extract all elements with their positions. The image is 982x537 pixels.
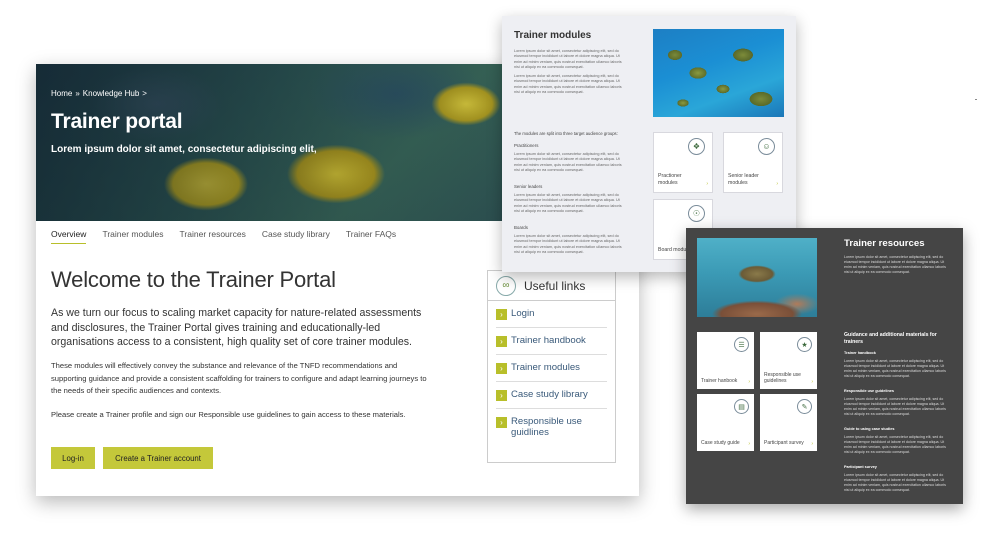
edit-icon: ✎ — [797, 399, 812, 414]
chevron-right-icon: › — [706, 181, 708, 187]
sea-turtle-photo — [697, 238, 817, 317]
breadcrumb: Home » Knowledge Hub > — [51, 89, 317, 98]
tile-senior-leader-modules[interactable]: ☺ Senior leader modules › — [723, 132, 783, 193]
resource-section-text: Lorem ipsum dolor sit amet, consectetur … — [844, 473, 946, 492]
resource-section-text: Lorem ipsum dolor sit amet, consectetur … — [844, 397, 946, 416]
resource-section-heading: Participant survey — [844, 465, 877, 469]
section-tabs: Overview Trainer modules Trainer resourc… — [51, 229, 396, 244]
breadcrumb-home[interactable]: Home — [51, 89, 72, 98]
tile-label: Senior leader modules — [728, 173, 759, 186]
breadcrumb-separator: » — [75, 89, 80, 98]
guidance-heading: Guidance and additional materials for tr… — [844, 332, 937, 345]
page-title: Trainer portal — [51, 110, 183, 133]
tile-label: Responsible use guidelines — [764, 371, 801, 384]
resources-title: Trainer resources — [844, 238, 925, 249]
tile-label: Practioner modules — [658, 173, 682, 186]
chevron-right-icon: › — [496, 309, 507, 320]
audience-text: Lorem ipsum dolor sit amet, consectetur … — [514, 152, 622, 173]
layers-icon: ❖ — [688, 138, 705, 155]
screenshot-stage: Home » Knowledge Hub > Trainer portal Lo… — [0, 0, 982, 537]
resources-paragraph: Lorem ipsum dolor sit amet, consectetur … — [844, 255, 946, 274]
stray-mark — [975, 99, 977, 100]
tile-practitioner-modules[interactable]: ❖ Practioner modules › — [653, 132, 713, 193]
tab-case-study-library[interactable]: Case study library — [262, 229, 330, 244]
audience-heading: Boards — [514, 225, 528, 230]
welcome-heading: Welcome to the Trainer Portal — [51, 267, 336, 292]
create-account-button[interactable]: Create a Trainer account — [103, 447, 213, 469]
resource-section-heading: Guide to using case studies — [844, 427, 895, 431]
document-icon: ☰ — [734, 337, 749, 352]
tile-trainer-handbook[interactable]: ☰ Trainer hanbook › — [697, 332, 754, 389]
tile-responsible-use-guidelines[interactable]: ★ Responsible use guidelines › — [760, 332, 817, 389]
resource-section-text: Lorem ipsum dolor sit amet, consectetur … — [844, 435, 946, 454]
useful-link-label: Login — [511, 308, 535, 319]
group-icon: ☉ — [688, 205, 705, 222]
tile-label: Participant survey — [764, 439, 804, 446]
useful-link-trainer-handbook[interactable]: › Trainer handbook — [496, 328, 607, 355]
useful-link-case-study-library[interactable]: › Case study library — [496, 382, 607, 409]
tile-label: Trainer hanbook — [701, 377, 738, 384]
useful-link-trainer-modules[interactable]: › Trainer modules — [496, 355, 607, 382]
modules-title: Trainer modules — [514, 30, 592, 41]
modules-paragraph: Lorem ipsum dolor sit amet, consectetur … — [514, 49, 622, 70]
file-icon: ▤ — [734, 399, 749, 414]
chevron-right-icon: › — [496, 417, 507, 428]
login-button[interactable]: Log-in — [51, 447, 95, 469]
useful-link-label: Trainer modules — [511, 362, 580, 373]
useful-links-title: Useful links — [524, 278, 586, 293]
resource-section-heading: Trainer handbook — [844, 351, 876, 355]
tab-trainer-resources[interactable]: Trainer resources — [180, 229, 246, 244]
useful-link-label: Case study library — [511, 389, 588, 400]
resource-section-heading: Responsible use guidelines — [844, 389, 895, 393]
chevron-right-icon: › — [496, 363, 507, 374]
useful-link-responsible-use[interactable]: › Responsible use guidlines — [496, 409, 607, 445]
audience-text: Lorem ipsum dolor sit amet, consectetur … — [514, 193, 622, 214]
lead-paragraph: As we turn our focus to scaling market c… — [51, 307, 422, 348]
trainer-resources-page: Trainer resources Lorem ipsum dolor sit … — [686, 228, 963, 504]
audience-text: Lorem ipsum dolor sit amet, consectetur … — [514, 234, 622, 255]
leader-icon: ☺ — [758, 138, 775, 155]
tab-trainer-modules[interactable]: Trainer modules — [102, 229, 163, 244]
page-subtitle: Lorem ipsum dolor sit amet, consectetur … — [51, 144, 317, 155]
useful-links-panel: ∞ Useful links › Login › Trainer handboo… — [487, 270, 616, 463]
useful-links-header: ∞ Useful links — [488, 271, 615, 301]
modules-audience-intro: The modules are split into three target … — [514, 131, 618, 136]
breadcrumb-knowledge-hub[interactable]: Knowledge Hub — [83, 89, 139, 98]
tile-participant-survey[interactable]: ✎ Participant survey › — [760, 394, 817, 451]
audience-heading: Senior leaders — [514, 184, 543, 189]
breadcrumb-chevron-icon: > — [142, 89, 147, 98]
audience-heading: Practitioners — [514, 143, 539, 148]
islands-photo — [653, 29, 784, 117]
network-icon: ★ — [797, 337, 812, 352]
chevron-right-icon: › — [748, 441, 750, 447]
body-paragraph-profile: Please create a Trainer profile and sign… — [51, 410, 406, 419]
modules-paragraph: Lorem ipsum dolor sit amet, consectetur … — [514, 74, 622, 95]
chevron-right-icon: › — [496, 390, 507, 401]
hero-content: Home » Knowledge Hub > Trainer portal Lo… — [51, 89, 317, 155]
tile-label: Case study guide — [701, 439, 740, 446]
chevron-right-icon: › — [748, 379, 750, 385]
useful-link-label: Responsible use guidlines — [511, 416, 582, 438]
resource-section-text: Lorem ipsum dolor sit amet, consectetur … — [844, 359, 946, 378]
useful-link-label: Trainer handbook — [511, 335, 586, 346]
body-paragraph-modules: These modules will effectively convey th… — [51, 361, 427, 395]
tab-trainer-faqs[interactable]: Trainer FAQs — [346, 229, 396, 244]
chevron-right-icon: › — [776, 181, 778, 187]
chevron-right-icon: › — [811, 441, 813, 447]
chevron-right-icon: › — [811, 379, 813, 385]
chevron-right-icon: › — [496, 336, 507, 347]
useful-link-login[interactable]: › Login — [496, 301, 607, 328]
link-chain-icon: ∞ — [496, 275, 516, 296]
tile-case-study-guide[interactable]: ▤ Case study guide › — [697, 394, 754, 451]
tab-overview[interactable]: Overview — [51, 229, 87, 244]
